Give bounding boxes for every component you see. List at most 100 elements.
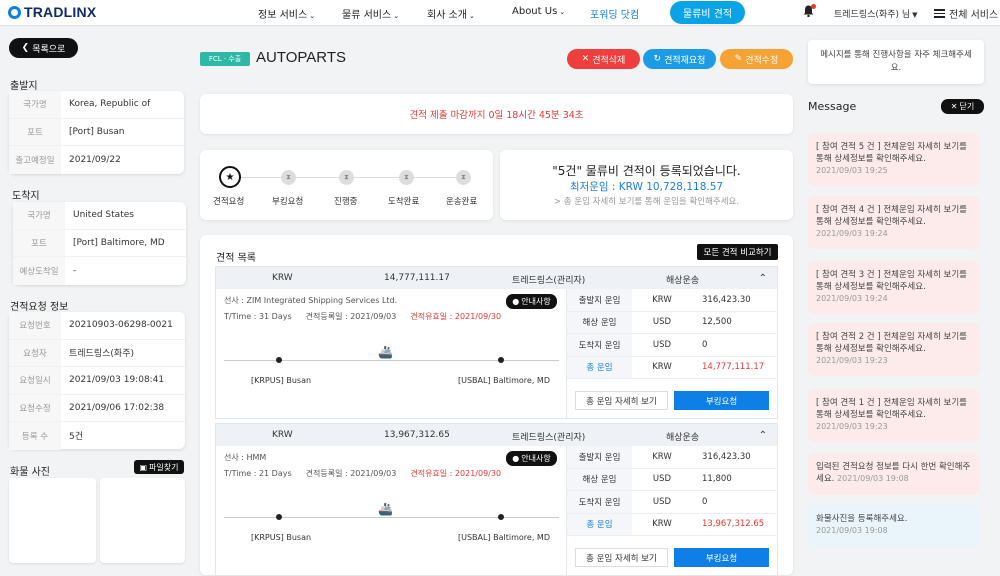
- rerequest-quote-button[interactable]: ↻ 견적재요청: [643, 49, 716, 69]
- fee-row: 도착지 운임 USD 0: [567, 491, 778, 514]
- close-icon: ✕: [950, 102, 958, 111]
- quote-actions: 총 운임 자세히 보기 부킹요청: [575, 391, 769, 410]
- transit-dates: T/Time : 21 Days 견적등록일 : 2021/09/03 견적유효일 …: [224, 469, 502, 478]
- photo-slot-2[interactable]: [100, 478, 185, 563]
- quote-list-panel: 견적 목록 모든 견적 비교하기 KRW 14,777,111.17 트레드링스…: [200, 235, 793, 576]
- nav-info-service[interactable]: 정보 서비스 ⌄: [258, 6, 315, 21]
- nav-company[interactable]: 회사 소개 ⌄: [427, 6, 475, 21]
- quote-header[interactable]: KRW 13,967,312.65 트레드링스(관리자) 해상운송 ⌃: [216, 424, 777, 446]
- quote-actions: 총 운임 자세히 보기 부킹요청: [575, 548, 769, 567]
- message-item[interactable]: [ 참여 견적 2 건 ] 전체운임 자세히 보기를 통해 상세정보를 확인해주…: [808, 323, 980, 376]
- message-item[interactable]: [ 참여 견적 4 건 ] 전체운임 자세히 보기를 통해 상세정보를 확인해주…: [808, 196, 980, 249]
- chevron-down-icon: ⌄: [393, 12, 400, 20]
- fee-total-row: 총 운임 KRW 13,967,312.65: [567, 513, 778, 536]
- hamburger-icon: [934, 9, 945, 18]
- quote-mode: 해상운송: [666, 433, 700, 443]
- step-label-request: 견적요청: [213, 197, 245, 207]
- origin-card: 국가명 Korea, Republic of 포트 [Port] Busan 출고예…: [9, 91, 184, 174]
- message-item[interactable]: 입력된 견적요청 정보를 다시 한번 확인해주세요. 2021/09/03 19…: [808, 453, 980, 495]
- quote-route-info: 선사 : HMM T/Time : 21 Days 견적등록일 : 2021/09…: [216, 446, 566, 576]
- find-file-button[interactable]: ▣ 파일찾기: [134, 460, 184, 474]
- fee-row: 도착지 운임 USD 0: [567, 334, 778, 357]
- quote-forwarder: 트레드링스(관리자): [512, 433, 586, 443]
- quote-currency: KRW: [272, 273, 293, 283]
- dest-port-row: 포트 [Port] Baltimore, MD: [13, 229, 186, 257]
- logo-mark-icon: [8, 5, 21, 19]
- delete-quote-button[interactable]: ✕ 견적삭제: [567, 49, 640, 69]
- fee-row: 해상 운임 USD 11,800: [567, 468, 778, 491]
- lowest-fare-text: 최저운임 : KRW 10,728,118.57: [569, 181, 724, 193]
- close-icon: ✕: [581, 54, 590, 64]
- request-info-card: 요청번호 20210903-06298-0021 요청자 트레드링스(화주) 요청일…: [9, 312, 185, 450]
- message-title: Message: [808, 100, 857, 113]
- request-modified-row: 요청수정 2021/09/06 17:02:38: [9, 394, 185, 422]
- deadline-countdown: 견적 제출 마감까지 0일 18시간 45분 34초: [200, 94, 793, 134]
- nav-forwarding-dotcom[interactable]: 포워딩 닷컴: [590, 6, 639, 21]
- notification-dot: [811, 4, 816, 9]
- edit-quote-button[interactable]: ✎ 견적수정: [720, 49, 793, 69]
- pencil-icon: ✎: [734, 54, 743, 64]
- registered-count-text: "5건" 물류비 견적이 등록되었습니다.: [552, 164, 741, 178]
- cargo-photo-title: 화물 사진: [10, 467, 50, 478]
- fee-row: 출발지 운임 KRW 316,423.30: [567, 289, 778, 312]
- all-services-menu[interactable]: 전체 서비스: [934, 6, 998, 21]
- progress-steps: ★ ⧗ ⧗ ⧗ ⧗ 견적요청 부킹요청 진행중 도착완료 운송완료: [200, 150, 493, 220]
- request-time-row: 요청일시 2021/09/03 19:08:41: [9, 367, 185, 395]
- fee-table: 출발지 운임 KRW 316,423.30 해상 운임 USD 12,500 도착지 운…: [566, 289, 778, 419]
- bell-icon[interactable]: [803, 4, 816, 18]
- registration-count-row: 등록 수 5건: [9, 422, 185, 450]
- nav-about-us[interactable]: About Us ⌄: [512, 6, 565, 17]
- ship-icon: 🚢: [378, 345, 393, 359]
- fare-detail-button[interactable]: 총 운임 자세히 보기: [575, 391, 668, 410]
- origin-point: [276, 357, 282, 363]
- carrier-text: 선사 : HMM: [224, 453, 267, 462]
- origin-port-label: [KRPUS] Busan: [251, 533, 312, 542]
- user-menu[interactable]: 트레드링스(화주) 님 ▼: [834, 7, 918, 20]
- quote-item-1: KRW 14,777,111.17 트레드링스(관리자) 해상운송 ⌃ 선사 :…: [215, 266, 778, 419]
- shipment-type-tag: FCL · 수출: [200, 52, 250, 66]
- hourglass-icon: ⧗: [456, 170, 471, 185]
- ship-icon: 🚢: [378, 502, 393, 516]
- quote-list-title: 견적 목록: [216, 253, 256, 264]
- chevron-up-icon[interactable]: ⌃: [759, 273, 767, 284]
- message-item[interactable]: 화물사진을 등록해주세요. 2021/09/03 19:08: [808, 505, 980, 547]
- chevron-up-icon[interactable]: ⌃: [759, 430, 767, 441]
- dest-eta-row: 예상도착일 -: [13, 257, 186, 285]
- destination-point: [498, 514, 504, 520]
- chat-icon: ●: [512, 454, 520, 463]
- quote-header[interactable]: KRW 14,777,111.17 트레드링스(관리자) 해상운송 ⌃: [216, 267, 777, 289]
- fee-table: 출발지 운임 KRW 316,423.30 해상 운임 USD 11,800 도착지 운…: [566, 446, 778, 576]
- request-number-row: 요청번호 20210903-06298-0021: [9, 312, 185, 340]
- message-item[interactable]: [ 참여 견적 3 건 ] 전체운임 자세히 보기를 통해 상세정보를 확인해주…: [808, 261, 980, 314]
- fee-row: 출발지 운임 KRW 316,423.30: [567, 446, 778, 469]
- message-item[interactable]: [ 참여 견적 1 건 ] 전체운임 자세히 보기를 통해 상세정보를 확인해주…: [808, 389, 980, 442]
- origin-country-row: 국가명 Korea, Republic of: [9, 91, 184, 119]
- message-hint: 메시지를 통해 진행사항을 자주 체크해주세요.: [808, 40, 984, 84]
- destination-card: 국가명 United States 포트 [Port] Baltimore, MD …: [13, 202, 186, 285]
- origin-port-row: 포트 [Port] Busan: [9, 118, 184, 146]
- close-messages-button[interactable]: ✕ 닫기: [941, 99, 984, 114]
- star-icon: ★: [219, 166, 241, 188]
- compare-all-quotes-button[interactable]: 모든 견적 비교하기: [697, 244, 778, 260]
- nav-logistics-service[interactable]: 물류 서비스 ⌄: [342, 6, 399, 21]
- step-label-arrived: 도착완료: [388, 197, 420, 207]
- requester-row: 요청자 트레드링스(화주): [9, 339, 185, 367]
- photo-slot-1[interactable]: [9, 478, 96, 563]
- tradlinx-logo[interactable]: TRADLINX: [8, 4, 96, 20]
- quote-item-2: KRW 13,967,312.65 트레드링스(관리자) 해상운송 ⌃ 선사 :…: [215, 423, 778, 576]
- quote-route-info: 선사 : ZIM Integrated Shipping Services Lt…: [216, 289, 566, 419]
- destination-point: [498, 357, 504, 363]
- notice-button[interactable]: ● 안내사항: [506, 294, 557, 309]
- booking-request-button[interactable]: 부킹요청: [674, 548, 769, 567]
- logistics-quote-button[interactable]: 물류비 견적: [670, 1, 745, 24]
- notice-button[interactable]: ● 안내사항: [506, 451, 557, 466]
- registered-summary: "5건" 물류비 견적이 등록되었습니다. 최저운임 : KRW 10,728,…: [500, 150, 793, 220]
- booking-request-button[interactable]: 부킹요청: [674, 391, 769, 410]
- quote-amount: 14,777,111.17: [384, 273, 450, 283]
- fare-detail-button[interactable]: 총 운임 자세히 보기: [575, 548, 668, 567]
- message-item[interactable]: [ 참여 견적 5 건 ] 전체운임 자세히 보기를 통해 상세정보를 확인해주…: [808, 133, 980, 186]
- page-title: AUTOPARTS: [256, 49, 347, 66]
- back-to-list-button[interactable]: ❮ 목록으로: [9, 38, 78, 58]
- chevron-down-icon: ⌄: [309, 12, 316, 20]
- step-label-booking: 부킹요청: [272, 197, 304, 207]
